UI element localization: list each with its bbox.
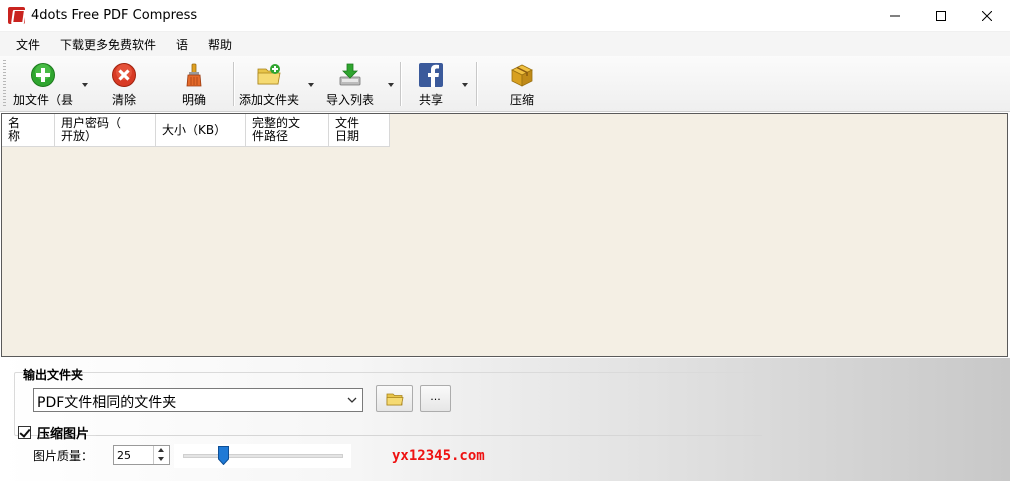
column-header-text: 日期 xyxy=(335,129,360,143)
maximize-icon xyxy=(936,11,946,21)
add-folder-button[interactable]: 添加文件夹 xyxy=(237,58,301,110)
column-header-text: 件路径 xyxy=(252,129,289,143)
share-button[interactable]: 共享 xyxy=(409,58,453,110)
menu-language[interactable]: 语 xyxy=(166,34,198,55)
column-header-text: 开放） xyxy=(61,129,98,143)
import-list-button[interactable]: 导入列表 xyxy=(322,58,378,110)
menu-file[interactable]: 文件 xyxy=(6,34,50,55)
watermark-text: yx12345.com xyxy=(392,448,485,464)
app-icon xyxy=(8,7,25,24)
image-quality-label: 图片质量： xyxy=(33,449,94,463)
red-x-circle-icon xyxy=(112,63,136,87)
output-folder-title: 输出文件夹 xyxy=(23,368,84,382)
minimize-icon xyxy=(890,15,900,17)
clear-all-button[interactable]: 明确 xyxy=(170,58,218,110)
folder-icon xyxy=(386,393,403,405)
slider-track xyxy=(183,454,343,458)
import-list-label: 导入列表 xyxy=(325,93,374,107)
chevron-down-icon xyxy=(347,397,357,403)
share-label: 共享 xyxy=(418,93,443,107)
compress-images-row: 压缩图片 xyxy=(18,424,90,442)
output-folder-value: PDF文件相同的文件夹 xyxy=(37,395,177,411)
toolbar-separator xyxy=(476,62,477,106)
toolbar: 加文件（县 清除 明确 添加文件夹 导入列表 共享 压缩 xyxy=(0,56,1010,112)
window-title: 4dots Free PDF Compress xyxy=(31,8,198,23)
add-files-button[interactable]: 加文件（县 xyxy=(10,58,76,110)
plus-circle-icon xyxy=(31,63,55,87)
toolbar-separator xyxy=(233,62,234,106)
clear-button[interactable]: 清除 xyxy=(100,58,148,110)
file-list-header: 名 称 用户密码（ 开放） 大小（KB） 完整的文 件路径 文件 日期 xyxy=(2,114,390,147)
menu-help[interactable]: 帮助 xyxy=(198,34,242,55)
toolbar-separator xyxy=(400,62,401,106)
image-quality-spinner[interactable]: 25 xyxy=(113,445,170,465)
compress-images-label: 压缩图片 xyxy=(37,426,90,442)
clear-label: 清除 xyxy=(111,93,136,107)
minimize-button[interactable] xyxy=(872,0,918,32)
menu-bar: 文件 下载更多免费软件 语 帮助 xyxy=(0,32,1010,56)
output-folder-select[interactable]: PDF文件相同的文件夹 xyxy=(33,388,363,412)
maximize-button[interactable] xyxy=(918,0,964,32)
add-folder-dropdown[interactable] xyxy=(307,82,315,88)
import-icon xyxy=(339,63,361,86)
column-header-size[interactable]: 大小（KB） xyxy=(156,114,246,147)
open-folder-button[interactable] xyxy=(376,385,413,412)
title-bar: 4dots Free PDF Compress xyxy=(0,0,1010,32)
facebook-icon xyxy=(419,63,443,87)
package-icon xyxy=(511,64,533,87)
file-list[interactable]: 名 称 用户密码（ 开放） 大小（KB） 完整的文 件路径 文件 日期 xyxy=(1,113,1008,357)
add-files-dropdown[interactable] xyxy=(81,82,89,88)
add-files-label: 加文件（县 xyxy=(12,93,73,107)
share-dropdown[interactable] xyxy=(461,82,469,88)
image-quality-value: 25 xyxy=(117,449,131,462)
browse-button[interactable]: ... xyxy=(420,385,451,412)
compress-images-checkbox[interactable] xyxy=(18,425,31,439)
spinner-down-button[interactable] xyxy=(154,455,169,464)
spinner-buttons xyxy=(153,446,169,464)
import-list-dropdown[interactable] xyxy=(387,82,395,88)
clear-all-label: 明确 xyxy=(181,93,206,107)
slider-thumb[interactable] xyxy=(217,446,229,465)
compress-button[interactable]: 压缩 xyxy=(498,58,546,110)
column-header-file-date[interactable]: 文件 日期 xyxy=(329,114,390,147)
settings-panel: 输出文件夹 PDF文件相同的文件夹 ... 压缩图片 图片质量： 25 yx12… xyxy=(0,358,1010,481)
folder-add-icon xyxy=(257,64,281,85)
close-icon xyxy=(982,11,992,21)
column-header-name[interactable]: 名 称 xyxy=(2,114,55,147)
toolbar-grip xyxy=(3,60,6,108)
spinner-up-button[interactable] xyxy=(154,446,169,455)
close-button[interactable] xyxy=(964,0,1010,32)
column-header-text: 大小（KB） xyxy=(162,123,227,137)
image-quality-slider[interactable] xyxy=(174,444,351,468)
column-header-full-path[interactable]: 完整的文 件路径 xyxy=(246,114,329,147)
column-header-text: 称 xyxy=(8,129,21,143)
compress-label: 压缩 xyxy=(509,93,534,107)
add-folder-label: 添加文件夹 xyxy=(238,93,299,107)
column-header-user-password[interactable]: 用户密码（ 开放） xyxy=(55,114,156,147)
brush-icon xyxy=(186,63,202,87)
divider xyxy=(96,435,762,436)
menu-download-more[interactable]: 下载更多免费软件 xyxy=(50,34,166,55)
